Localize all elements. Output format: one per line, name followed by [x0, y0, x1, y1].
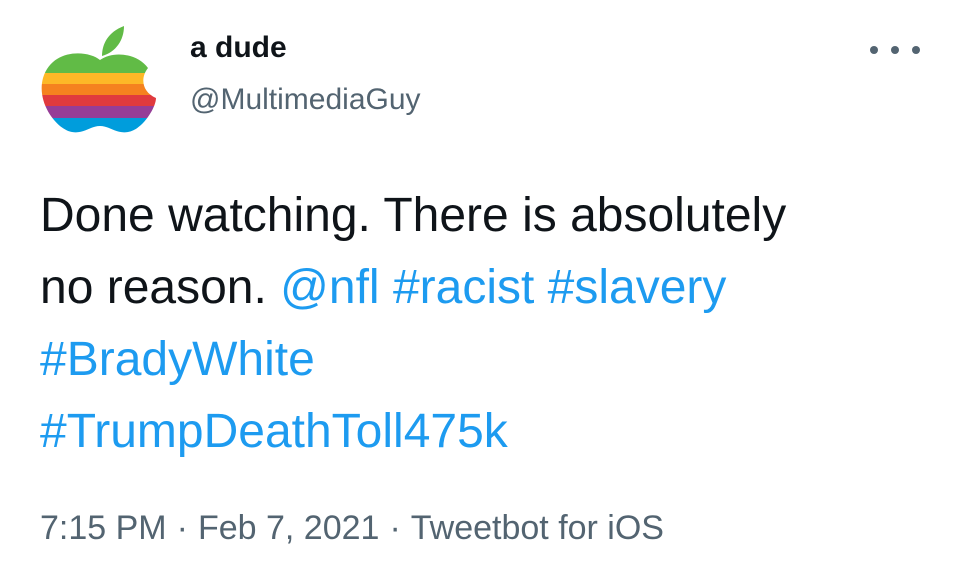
tweet-text-line: no reason.: [40, 261, 267, 314]
hashtag-link[interactable]: #BradyWhite: [40, 333, 315, 386]
rainbow-apple-logo-icon: [41, 53, 157, 133]
hashtag-link[interactable]: #TrumpDeathToll475k: [40, 405, 508, 458]
more-dot: [870, 46, 878, 54]
apple-leaf-icon: [102, 26, 124, 56]
more-dot: [891, 46, 899, 54]
more-dot: [912, 46, 920, 54]
avatar[interactable]: [40, 20, 160, 140]
meta-separator: ·: [176, 509, 188, 547]
meta-separator: ·: [389, 509, 401, 547]
hashtag-link[interactable]: #slavery: [548, 261, 727, 314]
tweet-card: a dude @MultimediaGuy Done watching. The…: [0, 0, 960, 575]
tweet-text: Done watching. There is absolutely no re…: [40, 180, 930, 468]
mention-link[interactable]: @nfl: [280, 261, 379, 314]
user-handle[interactable]: @MultimediaGuy: [190, 82, 421, 118]
hashtag-link[interactable]: #racist: [393, 261, 534, 314]
tweet-time[interactable]: 7:15 PM: [40, 509, 167, 547]
more-options-icon[interactable]: [870, 40, 920, 60]
tweet-meta: 7:15 PM · Feb 7, 2021 · Tweetbot for iOS: [40, 508, 664, 548]
author-block: a dude @MultimediaGuy: [190, 30, 421, 118]
tweet-source[interactable]: Tweetbot for iOS: [411, 509, 664, 547]
tweet-text-line: Done watching. There is absolutely: [40, 189, 787, 242]
display-name[interactable]: a dude: [190, 30, 421, 66]
tweet-date[interactable]: Feb 7, 2021: [198, 509, 379, 547]
